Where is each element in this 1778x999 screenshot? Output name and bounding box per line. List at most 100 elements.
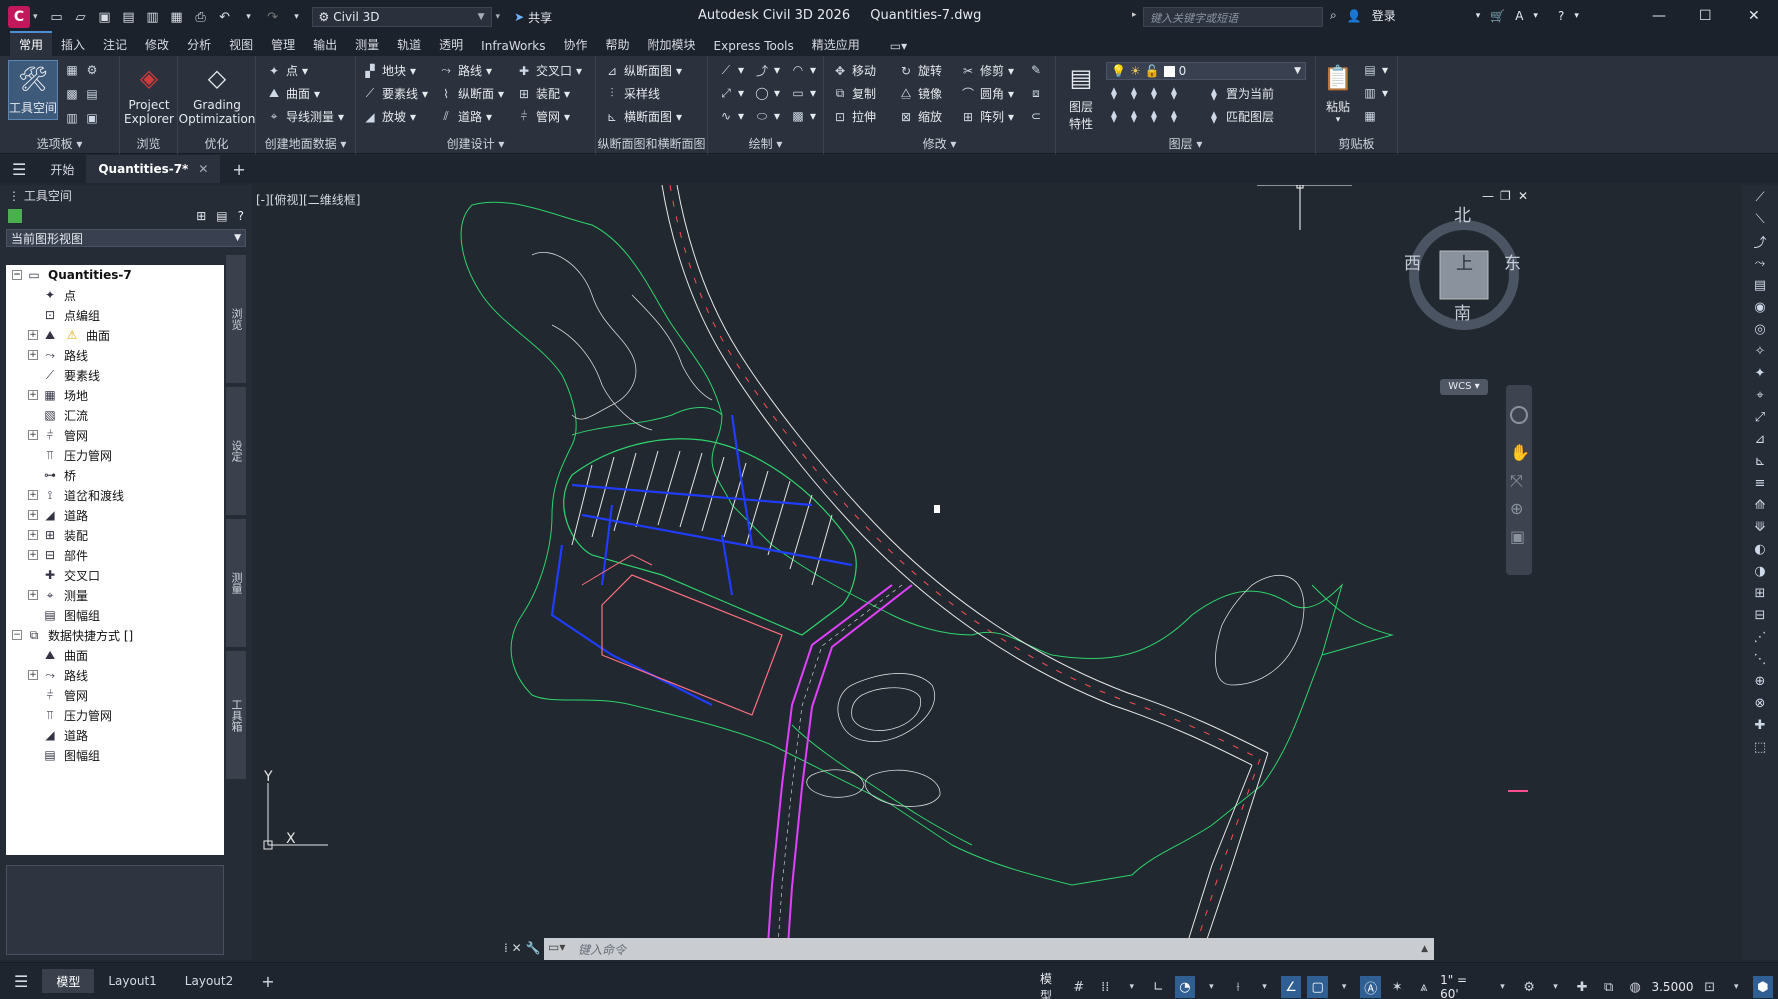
tree-item[interactable]: ⊡ 点编组 bbox=[6, 305, 224, 325]
section-view-button[interactable]: ⊾ 横断面图 ▾ bbox=[604, 108, 682, 125]
app-logo[interactable]: C bbox=[8, 6, 30, 28]
plot-icon[interactable]: ▦ bbox=[168, 8, 186, 26]
layer-dropdown[interactable]: 💡 ☀ 🔓 0 ▼ bbox=[1106, 62, 1306, 80]
app-menu-caret-icon[interactable]: ▾ bbox=[33, 12, 38, 22]
close-icon[interactable]: ✕ bbox=[1748, 8, 1760, 24]
rt-tool-11-icon[interactable]: ⤢ bbox=[1749, 407, 1771, 427]
tree-item[interactable]: − ⧉ 数据快捷方式 [] bbox=[6, 625, 224, 645]
wcs-menu[interactable]: WCS ▾ bbox=[1440, 379, 1488, 395]
new-file-icon[interactable]: ▭ bbox=[48, 8, 66, 26]
ribbon-tab-view[interactable]: 视图 bbox=[220, 33, 262, 56]
ribbon-tab-featured-apps[interactable]: 精选应用 bbox=[803, 33, 869, 56]
rt-tool-1-icon[interactable]: ⟋ bbox=[1749, 187, 1771, 207]
tree-item[interactable]: ⟋ 要素线 bbox=[6, 365, 224, 385]
isolate-icon[interactable]: ◍ bbox=[1625, 976, 1646, 998]
snap-caret-icon[interactable]: ▾ bbox=[1122, 976, 1143, 998]
array-button[interactable]: ⊞ 阵列 ▾ bbox=[960, 108, 1014, 125]
new-tab-plus-icon[interactable]: + bbox=[220, 155, 257, 183]
minimize-icon[interactable]: — bbox=[1652, 8, 1666, 24]
redo-icon[interactable]: ↷ bbox=[264, 8, 282, 26]
vtab-toolbox[interactable]: 工具箱 bbox=[226, 651, 246, 779]
layer-tools-row-1[interactable]: ⧫ ⧫ ⧫ ⧫ bbox=[1106, 85, 1182, 101]
prospector-icon[interactable] bbox=[8, 209, 22, 223]
tree-item[interactable]: + ⛰ ⚠ 曲面 bbox=[6, 325, 224, 345]
rectangle-tool-icon[interactable]: ▭ ▾ bbox=[790, 85, 816, 101]
qat-customize-icon[interactable]: ▾ bbox=[496, 12, 501, 22]
hatch-tool-icon[interactable]: ▩ ▾ bbox=[790, 108, 816, 124]
workspace-caret-icon[interactable]: ▾ bbox=[1545, 976, 1566, 998]
erase-icon[interactable]: ✎ bbox=[1028, 62, 1044, 78]
a360-caret-icon[interactable]: ▾ bbox=[1533, 11, 1538, 21]
arc-tool-icon[interactable]: ◠ ▾ bbox=[790, 62, 816, 78]
alignment-button[interactable]: ⤳ 路线 ▾ bbox=[438, 62, 492, 79]
vtab-prospector[interactable]: 浏览 bbox=[226, 255, 246, 383]
rt-tool-22-icon[interactable]: ⋱ bbox=[1749, 649, 1771, 669]
copy-base-icon[interactable]: ▥ ▾ bbox=[1362, 85, 1388, 101]
intersection-button[interactable]: ✚ 交叉口 ▾ bbox=[516, 62, 582, 79]
ribbon-tab-annotate[interactable]: 注记 bbox=[94, 33, 136, 56]
rt-tool-21-icon[interactable]: ⋰ bbox=[1749, 627, 1771, 647]
drawing-canvas[interactable]: [-][俯视][二维线框] — ❐ ✕ 北 南 东 西 上 WCS ▾ Y X … bbox=[252, 185, 1742, 960]
rt-tool-23-icon[interactable]: ⊕ bbox=[1749, 671, 1771, 691]
ribbon-tab-survey[interactable]: 测量 bbox=[346, 33, 388, 56]
profile-view-button[interactable]: ⊿ 纵断面图 ▾ bbox=[604, 62, 682, 79]
tree-item[interactable]: + ⌖ 测量 bbox=[6, 585, 224, 605]
rt-tool-26-icon[interactable]: ⬚ bbox=[1749, 737, 1771, 757]
assembly-button[interactable]: ⊞ 装配 ▾ bbox=[516, 85, 570, 102]
rt-tool-7-icon[interactable]: ◎ bbox=[1749, 319, 1771, 339]
ribbon-tab-output[interactable]: 输出 bbox=[304, 33, 346, 56]
tree-item[interactable]: ✚ 交叉口 bbox=[6, 565, 224, 585]
expand-icon[interactable]: + bbox=[28, 670, 38, 680]
rt-tool-14-icon[interactable]: ≡ bbox=[1749, 473, 1771, 493]
create-design-group-label[interactable]: 创建设计 ▾ bbox=[356, 135, 595, 152]
help-caret-icon[interactable]: ▾ bbox=[1574, 11, 1579, 21]
grid-icon[interactable]: # bbox=[1068, 976, 1089, 998]
zoom-icon[interactable]: ⤧ bbox=[1510, 471, 1523, 491]
match-layer-button[interactable]: ⧫ 匹配图层 bbox=[1206, 108, 1274, 125]
ribbon-tab-manage[interactable]: 管理 bbox=[262, 33, 304, 56]
layout1-tab[interactable]: Layout1 bbox=[94, 969, 170, 993]
make-current-button[interactable]: ⧫ 置为当前 bbox=[1206, 85, 1274, 102]
command-expand-icon[interactable]: ▲ bbox=[1421, 944, 1428, 954]
ribbon-minimize-icon[interactable]: ▭▾ bbox=[881, 36, 916, 56]
model-space-toggle[interactable]: 模型 bbox=[1040, 970, 1062, 999]
ribbon-tab-insert[interactable]: 插入 bbox=[52, 33, 94, 56]
rt-tool-18-icon[interactable]: ◑ bbox=[1749, 561, 1771, 581]
rotate-button[interactable]: ↻ 旋转 bbox=[898, 62, 942, 79]
tree-item[interactable]: + ⊞ 装配 bbox=[6, 525, 224, 545]
snap-icon[interactable]: ⁞⁞ bbox=[1095, 976, 1116, 998]
pipe-network-button[interactable]: ⫩ 管网 ▾ bbox=[516, 108, 571, 125]
rt-tool-19-icon[interactable]: ⊞ bbox=[1749, 583, 1771, 603]
scale-button[interactable]: ⊠ 缩放 bbox=[898, 108, 942, 125]
undo-icon[interactable]: ↶ bbox=[216, 8, 234, 26]
viewport-minimize-icon[interactable]: — bbox=[1482, 189, 1494, 203]
document-tab[interactable]: Quantities-7* ✕ bbox=[86, 155, 221, 183]
command-line[interactable]: ⁞ ✕ 🔧 ▭▾ 键入命令 ▲ bbox=[504, 938, 1434, 960]
maximize-icon[interactable]: ☐ bbox=[1699, 8, 1712, 24]
tree-item[interactable]: + ⟟ 道岔和渡线 bbox=[6, 485, 224, 505]
stretch-button[interactable]: ⊡ 拉伸 bbox=[832, 108, 876, 125]
expand-icon[interactable]: + bbox=[28, 430, 38, 440]
rt-tool-12-icon[interactable]: ⊿ bbox=[1749, 429, 1771, 449]
tree-item[interactable]: ▤ 图幅组 bbox=[6, 745, 224, 765]
annotation-visibility-icon[interactable]: Ⓐ bbox=[1360, 976, 1381, 998]
feature-line-button[interactable]: ⟋ 要素线 ▾ bbox=[362, 85, 428, 102]
construction-line-icon[interactable]: ⤢ ▾ bbox=[718, 85, 744, 101]
traverse-button[interactable]: ⌖ 导线测量 ▾ bbox=[266, 108, 344, 125]
ribbon-tab-transparent[interactable]: 透明 bbox=[430, 33, 472, 56]
polyline-tool-icon[interactable]: ⤴ ▾ bbox=[754, 62, 780, 78]
rt-tool-4-icon[interactable]: ⤳ bbox=[1749, 253, 1771, 273]
start-tab[interactable]: 开始 bbox=[38, 155, 86, 183]
expand-icon[interactable]: + bbox=[28, 330, 38, 340]
rt-tool-2-icon[interactable]: ⟍ bbox=[1749, 209, 1771, 229]
expand-icon[interactable]: + bbox=[28, 590, 38, 600]
offset-icon[interactable]: ⊂ bbox=[1028, 108, 1044, 124]
tree-item[interactable]: + ⊟ 部件 bbox=[6, 545, 224, 565]
polar-tracking-icon[interactable]: ◔ bbox=[1174, 976, 1196, 998]
tree-item[interactable]: ✦ 点 bbox=[6, 285, 224, 305]
help-icon[interactable]: ? bbox=[1558, 9, 1564, 23]
annotation-scale-value[interactable]: 1" = 60' bbox=[1440, 973, 1486, 999]
annotation-scale-icon[interactable]: ⩓ bbox=[1414, 976, 1435, 998]
object-snap-tracking-icon[interactable]: ∠ bbox=[1280, 976, 1302, 998]
osnap-caret-icon[interactable]: ▾ bbox=[1334, 976, 1355, 998]
